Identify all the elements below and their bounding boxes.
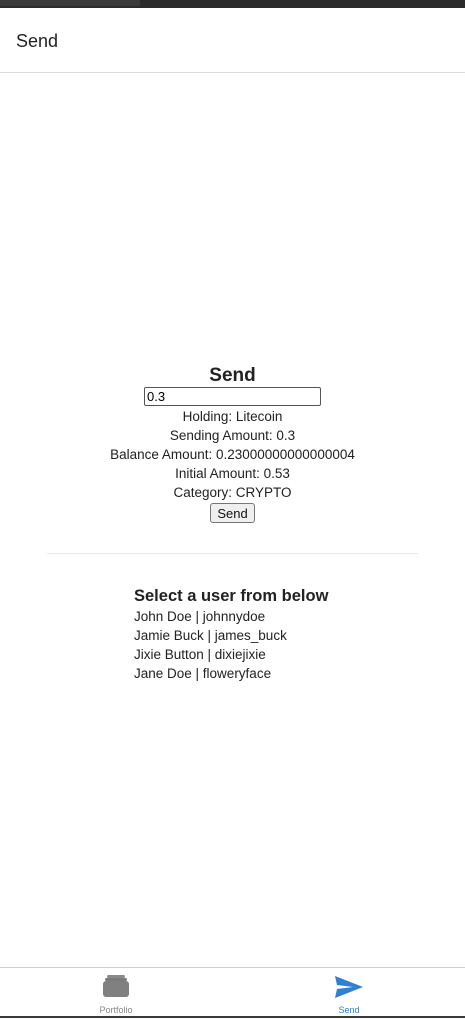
- user-list-item[interactable]: Jamie Buck | james_buck: [134, 626, 328, 645]
- amount-input[interactable]: [144, 387, 321, 406]
- initial-amount-text: Initial Amount: 0.53: [175, 466, 290, 481]
- tab-send[interactable]: Send: [233, 968, 465, 1019]
- send-panel: Send Holding: Litecoin Sending Amount: 0…: [0, 364, 465, 523]
- user-list-section: Select a user from below John Doe | john…: [134, 585, 328, 683]
- category-text: Category: CRYPTO: [173, 485, 292, 500]
- section-divider: [47, 553, 418, 554]
- sending-amount-text: Sending Amount: 0.3: [169, 428, 296, 443]
- page-title: Send: [16, 31, 59, 51]
- wallet-icon: [102, 974, 130, 1003]
- send-panel-title: Send: [209, 365, 256, 386]
- tab-portfolio-label: Portfolio: [99, 1005, 133, 1015]
- user-list-item[interactable]: Jane Doe | floweryface: [134, 664, 328, 683]
- user-list-item[interactable]: John Doe | johnnydoe: [134, 607, 328, 626]
- user-list-item[interactable]: Jixie Button | dixiejixie: [134, 645, 328, 664]
- balance-amount-text: Balance Amount: 0.23000000000000004: [110, 447, 355, 462]
- window-top-bar: [0, 0, 465, 8]
- bottom-tab-bar: Portfolio Send: [0, 967, 465, 1019]
- app-header: Send: [0, 8, 465, 73]
- tab-portfolio[interactable]: Portfolio: [0, 968, 232, 1019]
- send-button[interactable]: Send: [210, 503, 255, 523]
- holding-text: Holding: Litecoin: [182, 409, 283, 424]
- window-top-bar-segment: [0, 0, 140, 6]
- tab-send-label: Send: [338, 1005, 360, 1015]
- paper-plane-icon: [334, 974, 364, 1005]
- user-list-heading: Select a user from below: [134, 587, 329, 605]
